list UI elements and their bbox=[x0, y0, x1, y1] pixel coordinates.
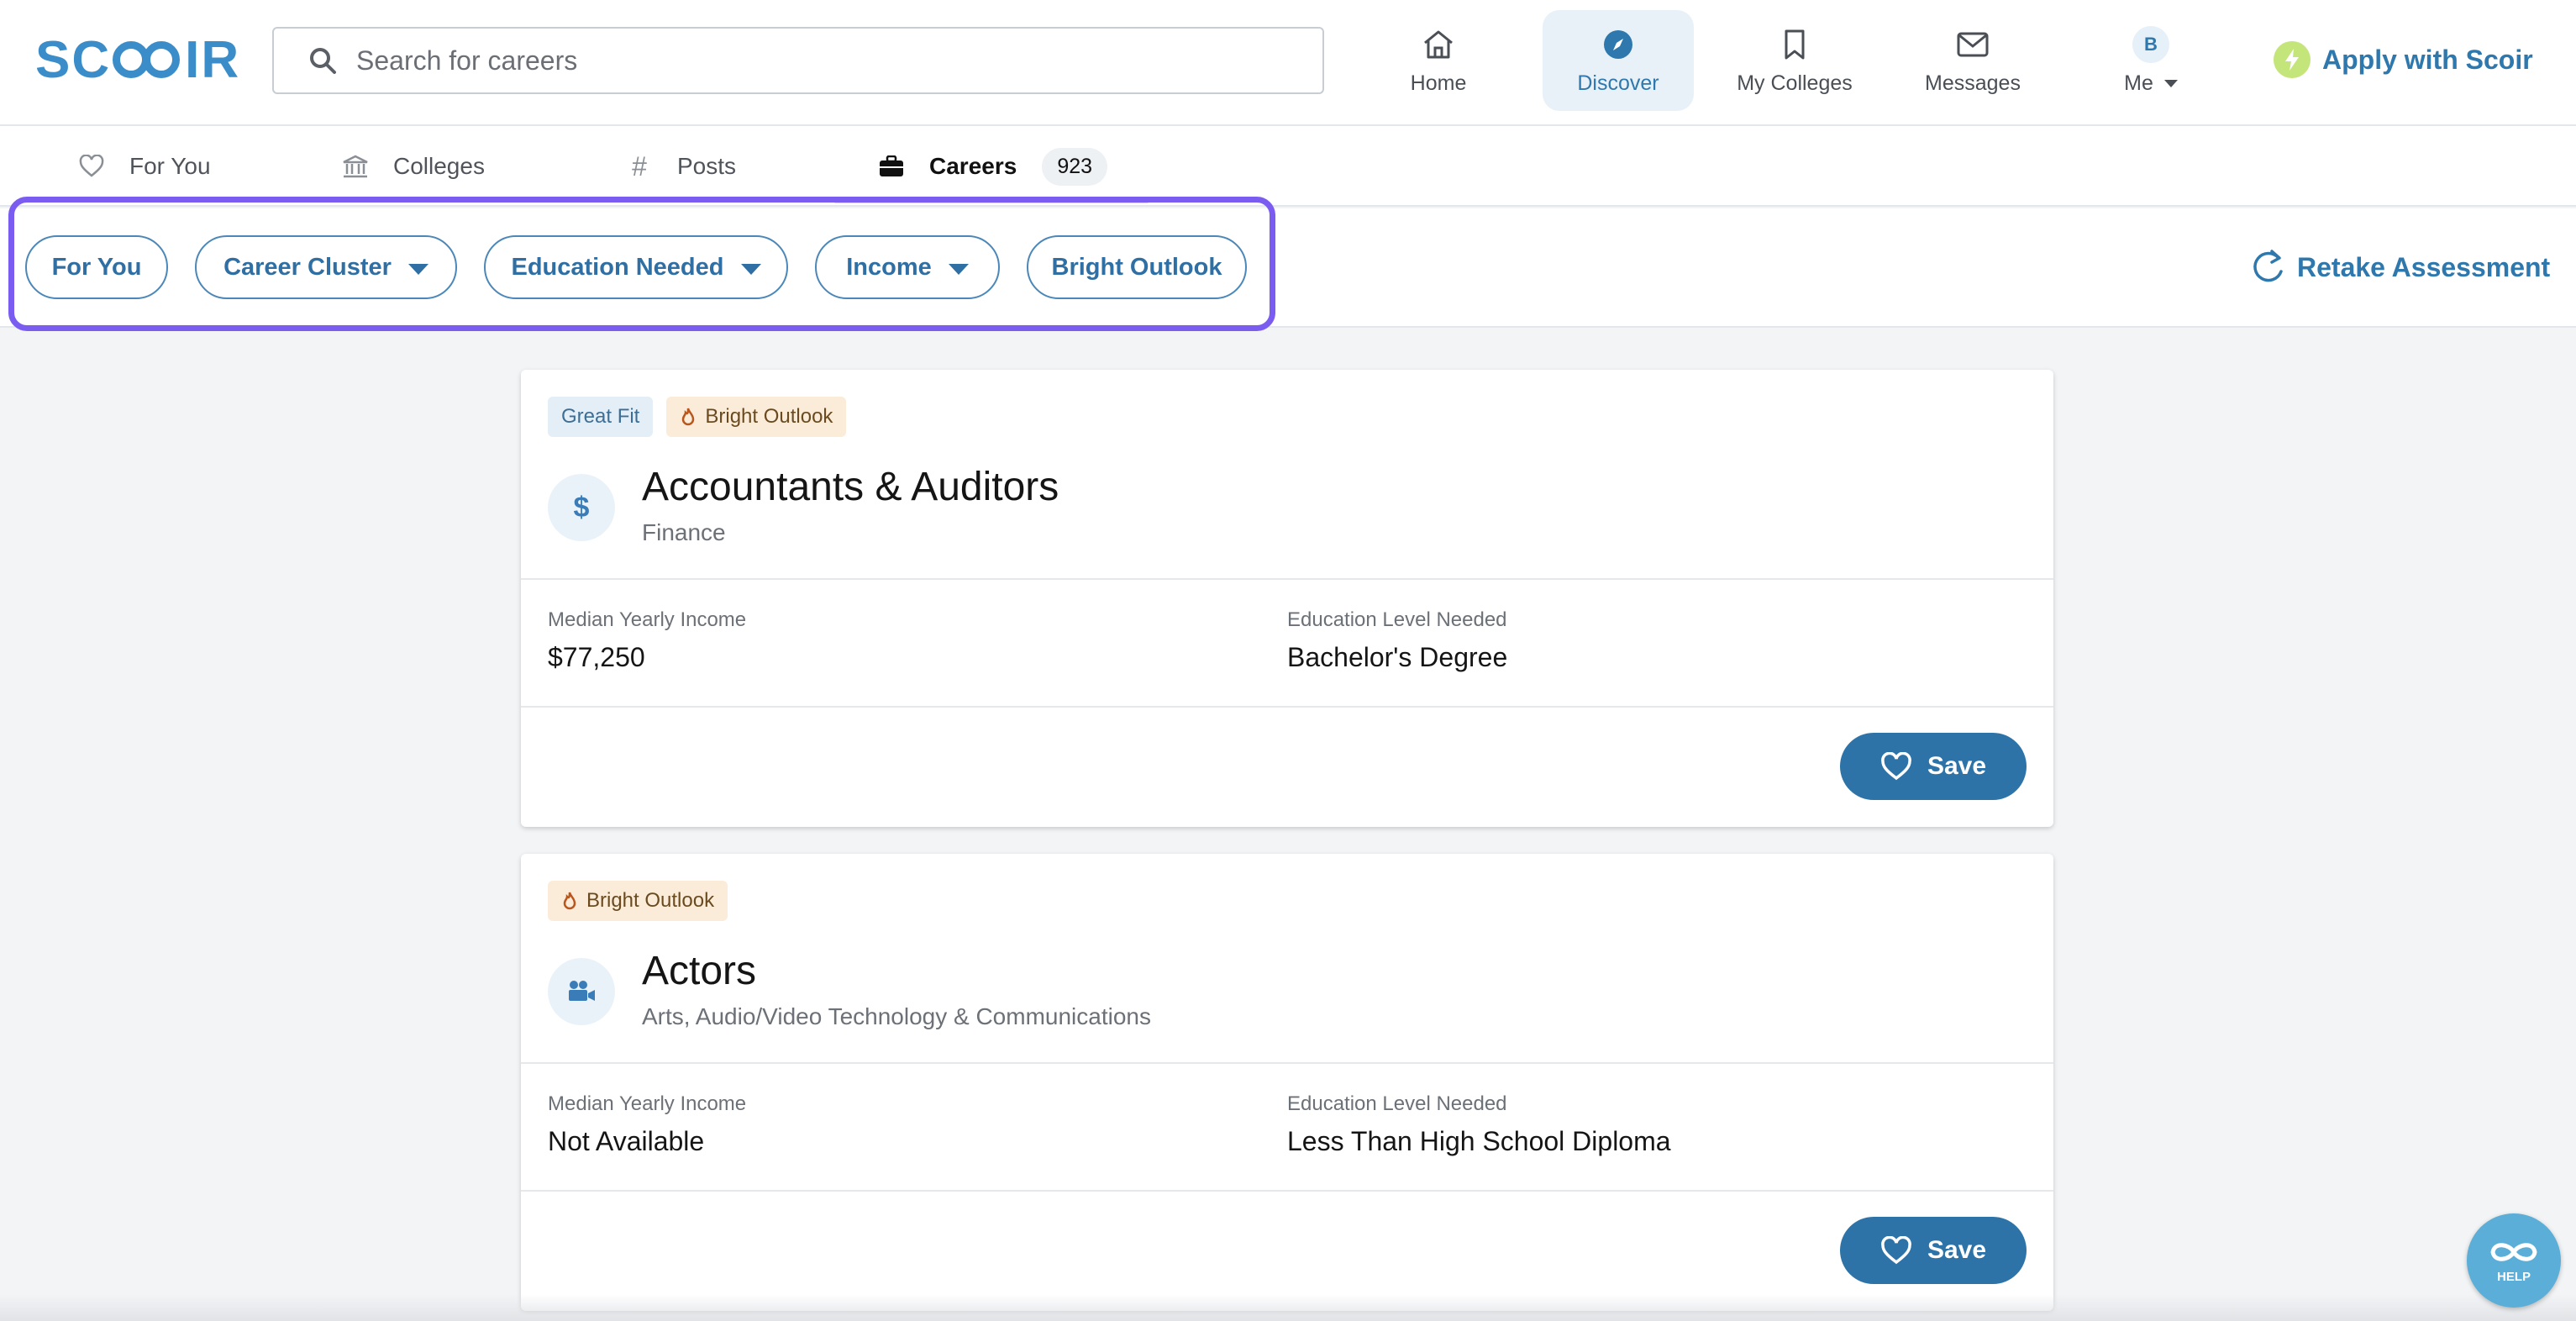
bank-icon bbox=[341, 152, 370, 181]
education-value: Less Than High School Diploma bbox=[1287, 1126, 1671, 1156]
income-value: Not Available bbox=[548, 1126, 705, 1156]
card-divider bbox=[521, 1190, 2053, 1192]
career-title[interactable]: Accountants & Auditors bbox=[642, 464, 1059, 510]
income-label: Median Yearly Income bbox=[548, 608, 747, 631]
tab-careers[interactable]: Careers 923 bbox=[877, 126, 1108, 207]
card-divider bbox=[521, 1062, 2053, 1064]
discover-tabs: For You Colleges # Posts Careers 923 bbox=[0, 126, 2576, 207]
retake-assessment-label: Retake Assessment bbox=[2297, 251, 2551, 282]
nav-discover-label: Discover bbox=[1577, 71, 1659, 95]
tab-colleges[interactable]: Colleges bbox=[341, 126, 485, 207]
education-label: Education Level Needed bbox=[1287, 1092, 1507, 1115]
search-bar[interactable] bbox=[272, 27, 1324, 94]
refresh-icon bbox=[2253, 250, 2283, 282]
nav-messages-label: Messages bbox=[1925, 71, 2021, 95]
education-label: Education Level Needed bbox=[1287, 608, 1507, 631]
nav-home[interactable]: Home bbox=[1363, 10, 1514, 111]
apply-label: Apply with Scoir bbox=[2322, 44, 2533, 75]
video-camera-icon bbox=[548, 958, 615, 1025]
save-career-button[interactable]: Save bbox=[1840, 733, 2027, 800]
career-card[interactable]: Bright Outlook Actors Arts, Audio/Video … bbox=[521, 854, 2053, 1311]
avatar: B bbox=[2132, 25, 2169, 63]
nav-messages[interactable]: Messages bbox=[1897, 10, 2048, 111]
bright-outlook-label: Bright Outlook bbox=[586, 889, 715, 912]
card-divider bbox=[521, 706, 2053, 708]
bright-outlook-label: Bright Outlook bbox=[705, 405, 833, 428]
tab-posts-label: Posts bbox=[677, 153, 737, 179]
nav-me-label-wrap: Me bbox=[2124, 71, 2178, 96]
nav-home-label: Home bbox=[1410, 71, 1467, 95]
help-label: HELP bbox=[2496, 1269, 2531, 1284]
logo-text-right: IR bbox=[185, 30, 241, 89]
tab-for-you-label: For You bbox=[129, 153, 211, 179]
chevron-down-icon bbox=[2163, 80, 2178, 88]
dollar-icon: $ bbox=[548, 474, 615, 541]
search-icon bbox=[310, 48, 336, 74]
envelope-icon bbox=[1957, 32, 1989, 56]
bookmark-icon bbox=[1785, 29, 1805, 59]
career-card[interactable]: Great Fit Bright Outlook $ Accountants &… bbox=[521, 370, 2053, 827]
bright-outlook-badge: Bright Outlook bbox=[548, 881, 728, 921]
career-cluster: Finance bbox=[642, 519, 726, 545]
nav-discover[interactable]: Discover bbox=[1543, 10, 1694, 111]
infinity-icon bbox=[2490, 1242, 2537, 1261]
income-value: $77,250 bbox=[548, 642, 645, 672]
scoir-logo[interactable]: SC IR bbox=[35, 30, 241, 89]
compass-icon bbox=[1604, 29, 1632, 59]
flame-icon bbox=[563, 892, 576, 910]
nav-my-colleges[interactable]: My Colleges bbox=[1719, 10, 1870, 111]
hash-icon: # bbox=[632, 150, 647, 182]
search-input[interactable] bbox=[356, 45, 1280, 76]
heart-icon bbox=[1881, 1236, 1911, 1265]
income-label: Median Yearly Income bbox=[548, 1092, 747, 1115]
top-header: SC IR Home Discover bbox=[0, 0, 2576, 126]
card-divider bbox=[521, 578, 2053, 580]
heart-icon bbox=[1881, 752, 1911, 781]
tab-posts[interactable]: # Posts bbox=[625, 126, 736, 207]
great-fit-label: Great Fit bbox=[561, 405, 640, 428]
career-cluster: Arts, Audio/Video Technology & Communica… bbox=[642, 1003, 1151, 1029]
save-label: Save bbox=[1927, 752, 1987, 780]
tab-colleges-label: Colleges bbox=[393, 153, 485, 179]
great-fit-badge: Great Fit bbox=[548, 397, 654, 437]
logo-text-left: SC bbox=[35, 30, 112, 89]
lightning-bolt-icon bbox=[2274, 41, 2311, 78]
logo-infinity-mark bbox=[113, 36, 183, 83]
education-value: Bachelor's Degree bbox=[1287, 642, 1508, 672]
home-icon bbox=[1424, 30, 1453, 58]
retake-assessment-button[interactable]: Retake Assessment bbox=[2248, 244, 2550, 291]
save-label: Save bbox=[1927, 1236, 1987, 1264]
career-badges: Bright Outlook bbox=[548, 881, 728, 921]
careers-count-badge: 923 bbox=[1042, 147, 1108, 186]
save-career-button[interactable]: Save bbox=[1840, 1217, 2027, 1284]
tab-careers-label: Careers bbox=[929, 153, 1017, 179]
nav-my-colleges-label: My Colleges bbox=[1737, 71, 1853, 95]
nav-me[interactable]: B Me bbox=[2075, 10, 2226, 111]
bright-outlook-badge: Bright Outlook bbox=[666, 397, 847, 437]
career-badges: Great Fit Bright Outlook bbox=[548, 397, 847, 437]
tab-for-you[interactable]: For You bbox=[77, 126, 211, 207]
nav-me-label: Me bbox=[2124, 71, 2153, 95]
scroll-fade bbox=[0, 1294, 2576, 1321]
help-button[interactable]: HELP bbox=[2467, 1213, 2561, 1308]
filter-highlight-box bbox=[8, 197, 1275, 331]
briefcase-icon bbox=[877, 152, 906, 181]
apply-with-scoir-link[interactable]: Apply with Scoir bbox=[2274, 40, 2533, 79]
career-title[interactable]: Actors bbox=[642, 948, 756, 994]
heart-icon bbox=[77, 152, 106, 181]
flame-icon bbox=[682, 408, 695, 426]
